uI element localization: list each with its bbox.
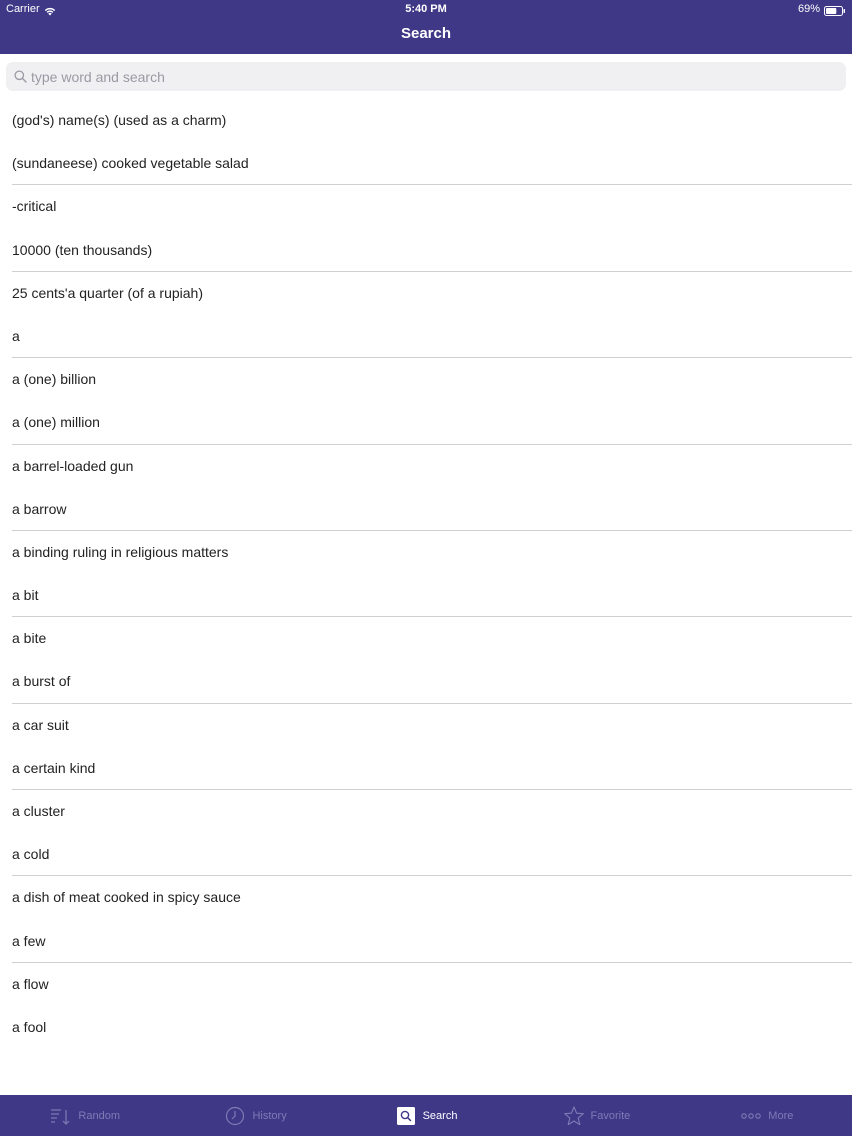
list-item[interactable]: a few <box>0 920 852 963</box>
battery-percent: 69% <box>797 3 820 15</box>
list-item[interactable]: a fool <box>0 1006 852 1049</box>
tab-history-label: History <box>252 1109 287 1122</box>
search-bar <box>0 54 852 99</box>
tab-more[interactable]: More <box>682 1095 852 1136</box>
tab-search[interactable]: Search <box>341 1095 511 1136</box>
list-item[interactable]: 10000 (ten thousands) <box>0 229 852 272</box>
random-icon <box>50 1106 72 1126</box>
list-item[interactable]: a cold <box>0 833 852 877</box>
tab-random-label: Random <box>78 1109 120 1122</box>
list-item[interactable]: a barrel-loaded gun <box>0 445 852 488</box>
status-bar: Carrier 5:40 PM 69% <box>0 0 852 18</box>
list-item[interactable]: a flow <box>0 963 852 1006</box>
word-list: (god's) name(s) (used as a charm) (sundan… <box>0 99 852 1049</box>
list-item[interactable]: a cluster <box>0 790 852 833</box>
list-item[interactable]: a certain kind <box>0 747 852 791</box>
tab-more-label: More <box>768 1109 794 1122</box>
list-item[interactable]: (sundaneese) cooked vegetable salad <box>0 142 852 186</box>
navigation-header: Carrier 5:40 PM 69% Search <box>0 0 852 54</box>
list-item[interactable]: a bite <box>0 617 852 660</box>
status-time: 5:40 PM <box>405 3 447 15</box>
tab-history[interactable]: History <box>170 1095 340 1136</box>
search-field[interactable] <box>6 62 846 91</box>
list-item[interactable]: -critical <box>0 185 852 228</box>
tab-favorite[interactable]: Favorite <box>511 1095 681 1136</box>
star-icon <box>563 1105 585 1126</box>
list-item[interactable]: a binding ruling in religious matters <box>0 531 852 574</box>
list-item[interactable]: a <box>0 315 852 359</box>
tab-favorite-label: Favorite <box>590 1109 631 1122</box>
search-icon <box>395 1106 417 1126</box>
list-item[interactable]: a dish of meat cooked in spicy sauce <box>0 876 852 919</box>
more-icon <box>740 1106 762 1126</box>
list-item[interactable]: (god's) name(s) (used as a charm) <box>0 99 852 142</box>
magnifier-icon <box>14 70 27 83</box>
tab-random[interactable]: Random <box>0 1095 170 1136</box>
history-icon <box>224 1106 246 1126</box>
list-item[interactable]: a (one) billion <box>0 358 852 401</box>
status-battery: 69% <box>798 0 846 18</box>
list-item[interactable]: a (one) million <box>0 401 852 445</box>
search-input[interactable] <box>31 64 831 89</box>
list-item[interactable]: a barrow <box>0 488 852 532</box>
page-title: Search <box>400 25 452 42</box>
battery-icon <box>824 4 846 16</box>
list-item[interactable]: a burst of <box>0 660 852 704</box>
tab-search-label: Search <box>422 1109 458 1122</box>
tab-bar: Random History Search Favorite More <box>0 1095 852 1136</box>
list-item[interactable]: a car suit <box>0 704 852 747</box>
list-item[interactable]: 25 cents'a quarter (of a rupiah) <box>0 272 852 315</box>
list-item[interactable]: a bit <box>0 574 852 618</box>
